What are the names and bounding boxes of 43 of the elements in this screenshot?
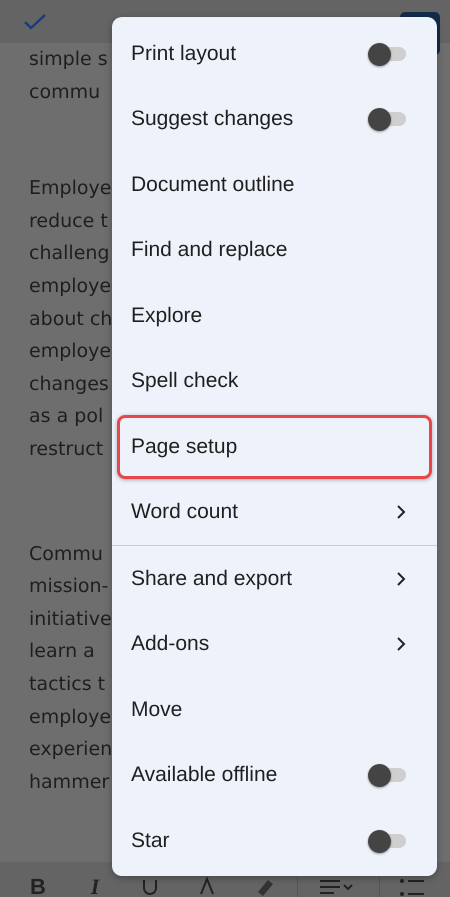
list-icon[interactable] [400, 878, 424, 897]
document-text-line: mission- [29, 574, 108, 600]
toggle-switch[interactable] [368, 42, 406, 66]
underline-icon[interactable] [140, 878, 160, 897]
document-text-line: simple s [29, 47, 108, 72]
menu-item[interactable]: Share and export [112, 546, 437, 612]
document-text-line: initiative [29, 606, 112, 632]
document-text-line: Employe [29, 176, 112, 202]
menu-item[interactable]: Find and replace [112, 218, 437, 283]
menu-item[interactable]: Add-ons [112, 612, 437, 677]
document-text-line: learn a [29, 639, 95, 664]
document-text-line: employe [29, 704, 112, 730]
document-text-line: as a pol [29, 404, 104, 430]
document-text-line: commu [29, 80, 100, 105]
document-text-line: reduce t [29, 208, 108, 234]
document-text-line: employe [29, 274, 112, 299]
chevron-right-icon [396, 572, 406, 586]
menu-item[interactable]: Spell check [112, 348, 437, 414]
chevron-right-icon [396, 637, 406, 652]
document-text-line: hammer [29, 770, 110, 795]
toggle-switch[interactable] [368, 828, 406, 853]
menu-item[interactable]: Document outline [112, 152, 437, 218]
document-text-line: changes [29, 372, 109, 397]
menu-item[interactable]: Print layout [112, 21, 437, 86]
menu-item[interactable]: Available offline [112, 742, 437, 808]
document-text-line: employe [29, 339, 112, 364]
menu-item[interactable]: Page setup [112, 414, 437, 480]
toggle-switch[interactable] [368, 763, 406, 788]
menu-item[interactable]: Suggest changes [112, 86, 437, 152]
menu-item[interactable]: Move [112, 677, 437, 742]
document-text-line: challeng [29, 241, 110, 266]
document-text-line: about ch [29, 306, 112, 332]
chevron-right-icon [396, 505, 406, 520]
menu-item[interactable]: Star [112, 808, 437, 874]
document-text-line: experien [29, 737, 112, 762]
check-icon[interactable] [24, 14, 46, 30]
align-icon[interactable] [320, 878, 354, 897]
toggle-switch[interactable] [368, 107, 406, 132]
document-text-line: Commu [29, 542, 103, 567]
document-text-line: tactics t [29, 672, 106, 697]
menu-item[interactable]: Explore [112, 283, 437, 348]
menu-item[interactable]: Word count [112, 480, 437, 545]
document-text-line: restruct [29, 436, 104, 462]
